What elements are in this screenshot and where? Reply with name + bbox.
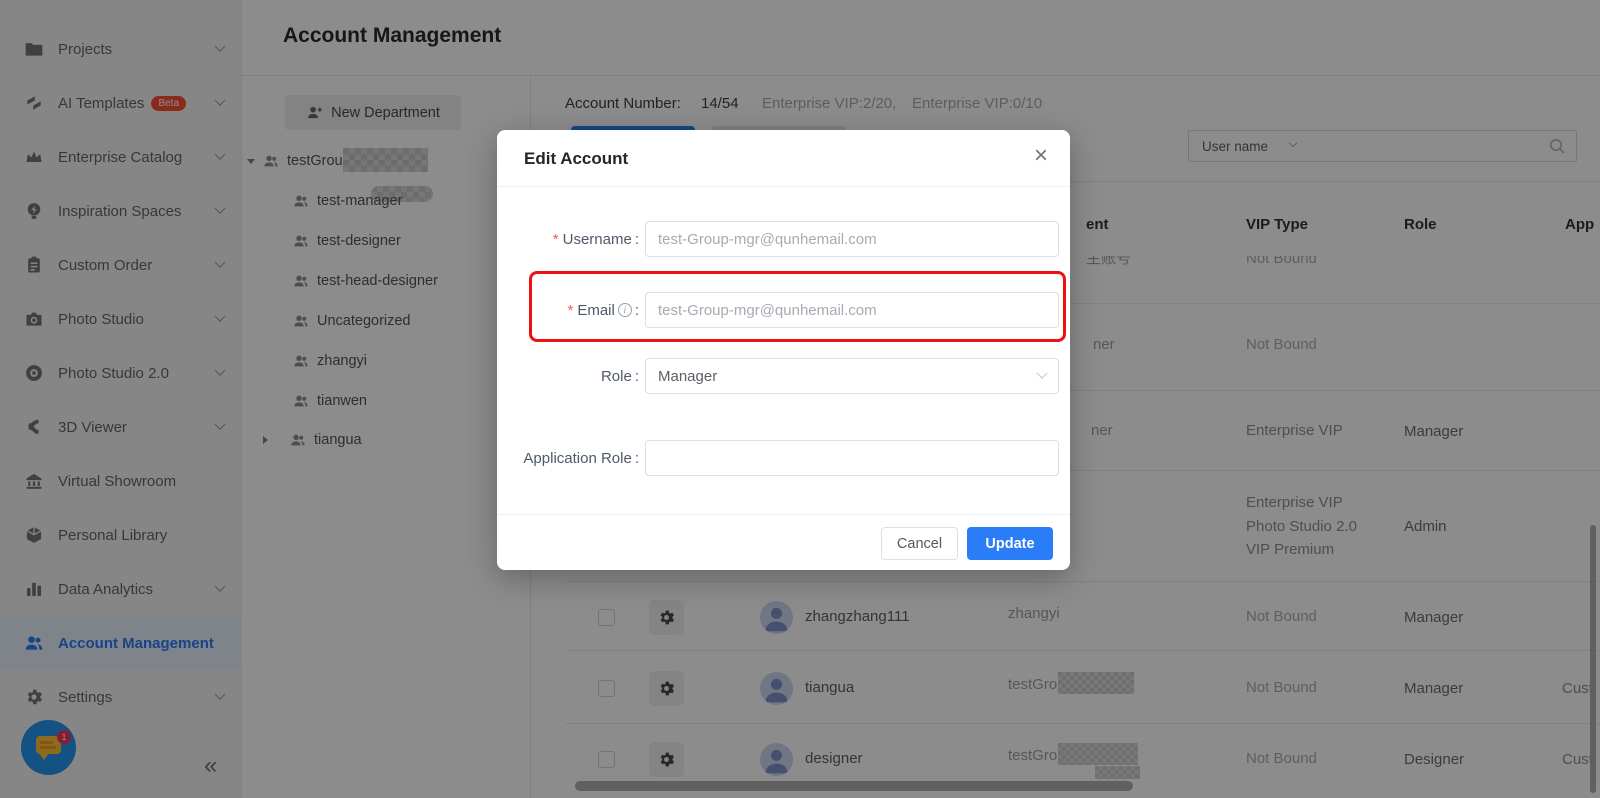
chevron-down-icon xyxy=(1036,368,1047,379)
application-role-label: Application Role : xyxy=(517,448,639,468)
app-window: Projects AI TemplatesBeta Enterprise Cat… xyxy=(0,0,1600,798)
role-select[interactable]: Manager xyxy=(645,358,1059,394)
role-select-value: Manager xyxy=(658,368,717,385)
cancel-button[interactable]: Cancel xyxy=(881,527,958,560)
info-icon: i xyxy=(618,303,632,317)
email-label: * Email i : xyxy=(517,300,639,320)
username-label: * Username : xyxy=(517,229,639,249)
modal-header-divider xyxy=(497,186,1070,187)
modal-title: Edit Account xyxy=(524,149,628,169)
role-label: Role : xyxy=(517,366,639,386)
username-field[interactable] xyxy=(645,221,1059,257)
close-icon[interactable]: × xyxy=(1034,142,1048,170)
required-mark: * xyxy=(553,231,559,248)
edit-account-modal: Edit Account × * Username : * Email i : … xyxy=(497,130,1070,570)
modal-footer-divider xyxy=(497,514,1070,515)
update-button[interactable]: Update xyxy=(967,527,1053,560)
application-role-field[interactable] xyxy=(645,440,1059,476)
email-field[interactable] xyxy=(645,292,1059,328)
required-mark: * xyxy=(567,302,573,319)
